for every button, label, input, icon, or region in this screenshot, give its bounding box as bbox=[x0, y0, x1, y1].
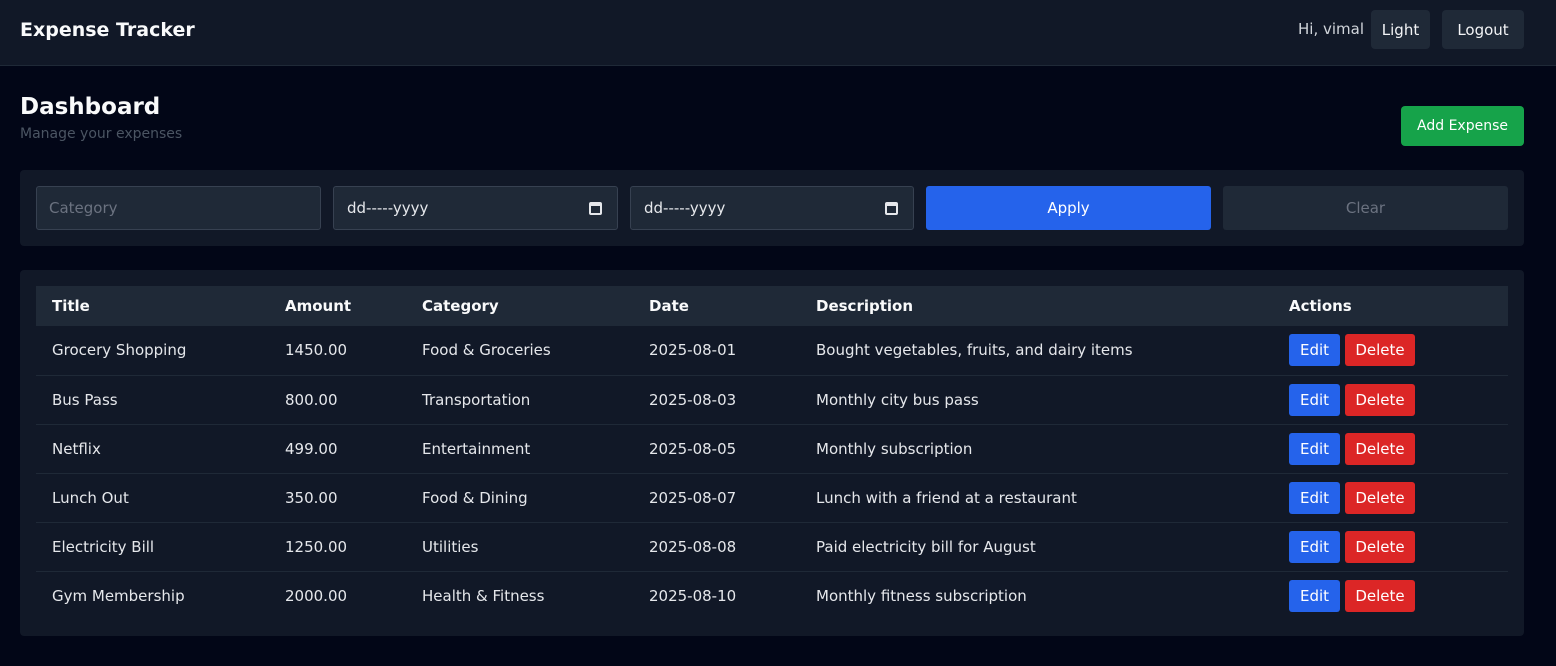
table-row: Lunch Out 350.00 Food & Dining 2025-08-07 Lu… bbox=[36, 473, 1508, 522]
cell-category: Food & Groceries bbox=[422, 341, 551, 360]
edit-button[interactable]: Edit bbox=[1289, 530, 1340, 563]
calendar-icon[interactable] bbox=[589, 202, 602, 215]
edit-button[interactable]: Edit bbox=[1289, 334, 1340, 367]
top-navbar: Expense Tracker Hi, vimal Light Logout bbox=[0, 0, 1556, 66]
edit-button[interactable]: Edit bbox=[1289, 579, 1340, 612]
cell-actions: Edit Delete bbox=[1273, 375, 1508, 424]
delete-button[interactable]: Delete bbox=[1345, 579, 1415, 612]
column-header-amount: Amount bbox=[285, 297, 352, 315]
cell-date: 2025-08-08 bbox=[649, 537, 737, 556]
cell-title: Gym Membership bbox=[52, 586, 185, 605]
table-body: Grocery Shopping 1450.00 Food & Groceries 2… bbox=[36, 326, 1508, 620]
edit-button[interactable]: Edit bbox=[1289, 383, 1340, 416]
table-header-row: Title Amount Category Date Description A… bbox=[36, 286, 1508, 326]
cell-actions: Edit Delete bbox=[1273, 424, 1508, 473]
cell-date: 2025-08-07 bbox=[649, 488, 737, 507]
app-brand[interactable]: Expense Tracker bbox=[20, 19, 195, 41]
expenses-table-panel: Title Amount Category Date Description A… bbox=[20, 270, 1524, 636]
delete-button[interactable]: Delete bbox=[1345, 334, 1415, 367]
cell-title: Lunch Out bbox=[52, 488, 129, 507]
cell-amount: 800.00 bbox=[285, 390, 338, 409]
cell-category: Utilities bbox=[422, 537, 479, 556]
page-title: Dashboard bbox=[20, 94, 161, 120]
cell-amount: 2000.00 bbox=[285, 586, 348, 605]
cell-title: Electricity Bill bbox=[52, 537, 155, 556]
column-header-actions: Actions bbox=[1289, 297, 1352, 315]
cell-date: 2025-08-01 bbox=[649, 341, 737, 360]
delete-button[interactable]: Delete bbox=[1345, 432, 1415, 465]
table-row: Electricity Bill 1250.00 Utilities 2025-08-… bbox=[36, 522, 1508, 571]
cell-amount: 350.00 bbox=[285, 488, 338, 507]
column-header-date: Date bbox=[649, 297, 689, 315]
date-to-input[interactable]: dd-----yyyy bbox=[630, 186, 914, 230]
category-filter-input[interactable] bbox=[36, 186, 321, 230]
theme-toggle-button[interactable]: Light bbox=[1371, 10, 1430, 49]
cell-title: Grocery Shopping bbox=[52, 341, 187, 360]
column-header-description: Description bbox=[816, 297, 914, 315]
cell-actions: Edit Delete bbox=[1273, 326, 1508, 375]
delete-button[interactable]: Delete bbox=[1345, 481, 1415, 514]
cell-title: Bus Pass bbox=[52, 390, 118, 409]
expenses-table: Title Amount Category Date Description A… bbox=[36, 286, 1508, 620]
edit-button[interactable]: Edit bbox=[1289, 481, 1340, 514]
cell-category: Health & Fitness bbox=[422, 586, 545, 605]
table-row: Bus Pass 800.00 Transportation 2025-08-03 Mo… bbox=[36, 375, 1508, 424]
logout-button[interactable]: Logout bbox=[1442, 10, 1524, 49]
cell-actions: Edit Delete bbox=[1273, 522, 1508, 571]
filter-panel: dd-----yyyy dd-----yyyy Apply Clear bbox=[20, 170, 1524, 246]
clear-filters-button[interactable]: Clear bbox=[1223, 186, 1508, 230]
cell-date: 2025-08-10 bbox=[649, 586, 737, 605]
cell-amount: 1450.00 bbox=[285, 341, 348, 360]
user-greeting: Hi, vimal bbox=[1298, 20, 1364, 38]
cell-amount: 1250.00 bbox=[285, 537, 348, 556]
cell-title: Netflix bbox=[52, 439, 101, 458]
cell-description: Bought vegetables, fruits, and dairy ite… bbox=[816, 341, 1133, 360]
table-row: Gym Membership 2000.00 Health & Fitness 202… bbox=[36, 571, 1508, 620]
apply-filters-button[interactable]: Apply bbox=[926, 186, 1211, 230]
cell-description: Monthly city bus pass bbox=[816, 390, 979, 409]
delete-button[interactable]: Delete bbox=[1345, 530, 1415, 563]
cell-description: Lunch with a friend at a restaurant bbox=[816, 488, 1077, 507]
delete-button[interactable]: Delete bbox=[1345, 383, 1415, 416]
table-row: Netflix 499.00 Entertainment 2025-08-05 Mont… bbox=[36, 424, 1508, 473]
cell-date: 2025-08-05 bbox=[649, 439, 737, 458]
cell-category: Entertainment bbox=[422, 439, 531, 458]
table-row: Grocery Shopping 1450.00 Food & Groceries 2… bbox=[36, 326, 1508, 375]
add-expense-button[interactable]: Add Expense bbox=[1401, 106, 1524, 146]
page-subtitle: Manage your expenses bbox=[20, 126, 183, 142]
calendar-icon[interactable] bbox=[885, 202, 898, 215]
edit-button[interactable]: Edit bbox=[1289, 432, 1340, 465]
column-header-title: Title bbox=[52, 297, 90, 315]
cell-description: Monthly fitness subscription bbox=[816, 586, 1027, 605]
cell-date: 2025-08-03 bbox=[649, 390, 737, 409]
cell-amount: 499.00 bbox=[285, 439, 338, 458]
date-from-value: dd-----yyyy bbox=[347, 199, 429, 217]
column-header-category: Category bbox=[422, 297, 499, 315]
cell-actions: Edit Delete bbox=[1273, 473, 1508, 522]
cell-category: Transportation bbox=[422, 390, 531, 409]
date-from-input[interactable]: dd-----yyyy bbox=[333, 186, 618, 230]
cell-description: Monthly subscription bbox=[816, 439, 973, 458]
cell-description: Paid electricity bill for August bbox=[816, 537, 1036, 556]
date-to-value: dd-----yyyy bbox=[644, 199, 726, 217]
cell-actions: Edit Delete bbox=[1273, 571, 1508, 620]
cell-category: Food & Dining bbox=[422, 488, 528, 507]
